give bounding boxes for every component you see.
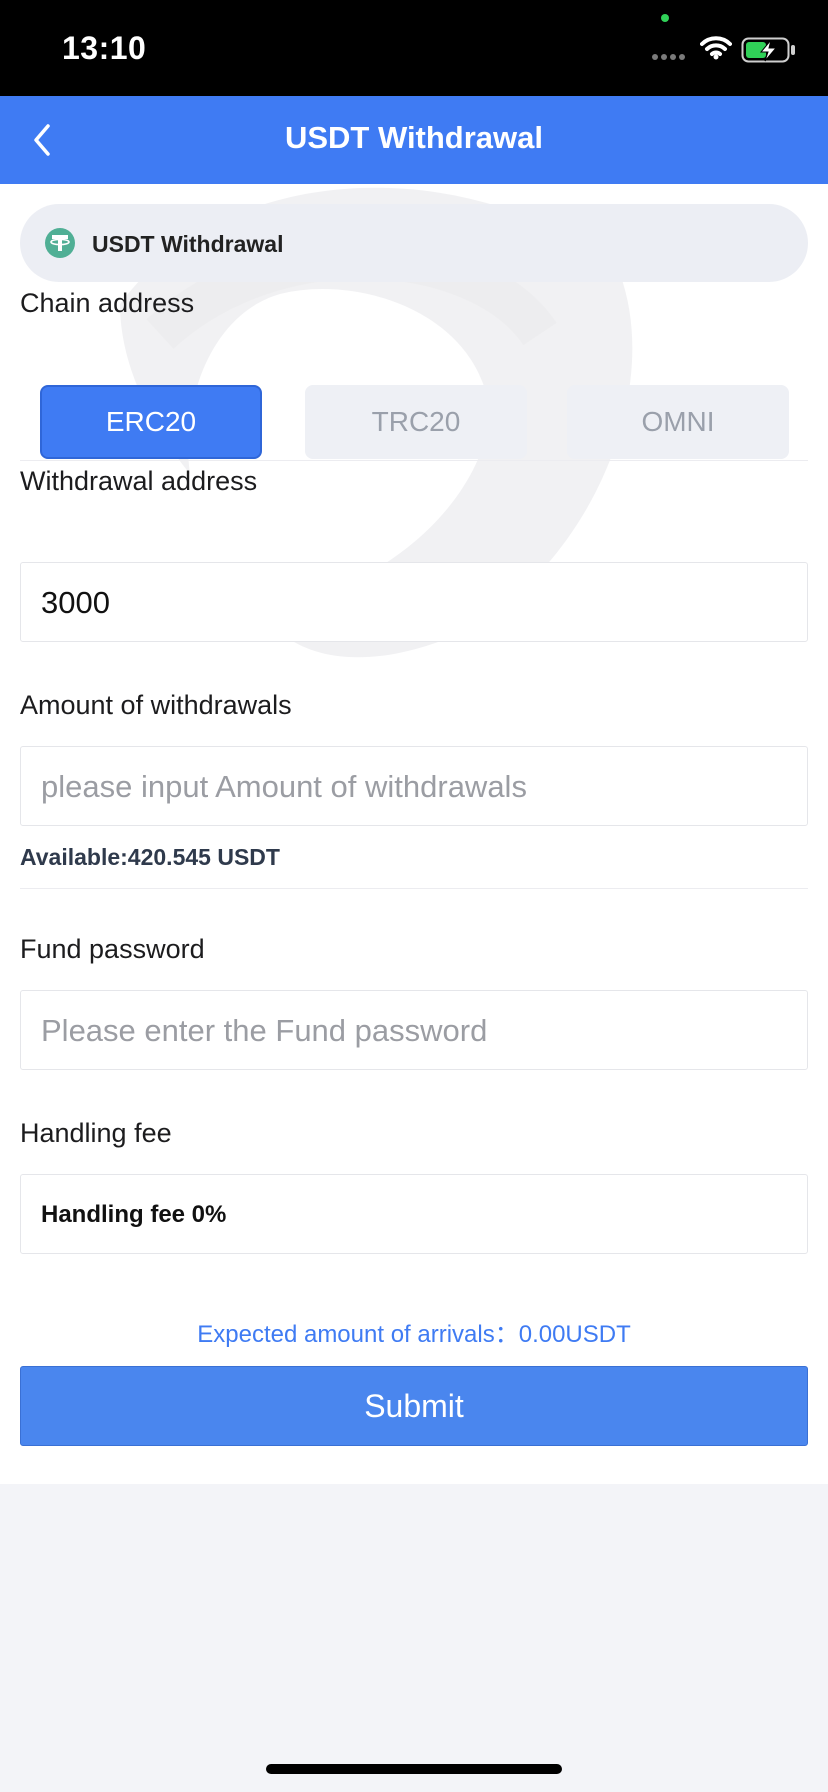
handling-fee-field: Handling fee 0% xyxy=(20,1174,808,1254)
page-title: USDT Withdrawal xyxy=(284,120,544,155)
tether-logo-icon xyxy=(45,228,75,258)
fund-password-placeholder: Please enter the Fund password xyxy=(41,1013,488,1048)
withdrawal-address-value: 3000 xyxy=(41,585,110,620)
wifi-icon xyxy=(700,36,732,60)
withdrawal-address-input[interactable]: 3000 xyxy=(20,562,808,642)
cellular-signal-icon xyxy=(652,54,685,60)
status-bar: 13:10 xyxy=(0,0,828,96)
battery-charging-icon xyxy=(741,37,795,63)
withdrawal-form: USDT Withdrawal Chain address ERC20 TRC2… xyxy=(0,184,828,1484)
amount-label: Amount of withdrawals xyxy=(20,690,292,720)
submit-button[interactable]: Submit xyxy=(20,1366,808,1446)
fund-password-label: Fund password xyxy=(20,934,205,964)
available-balance: Available:420.545 USDT xyxy=(20,844,280,870)
chain-address-label: Chain address xyxy=(20,288,195,318)
handling-fee-value: Handling fee 0% xyxy=(41,1201,227,1228)
home-indicator xyxy=(266,1764,562,1774)
expected-arrival-label: Expected amount of arrivals： xyxy=(197,1321,519,1348)
status-time: 13:10 xyxy=(62,30,147,66)
chain-option-erc20[interactable]: ERC20 xyxy=(40,385,262,459)
coin-header: USDT Withdrawal xyxy=(20,204,808,282)
privacy-indicator-dot xyxy=(661,14,669,22)
handling-fee-label: Handling fee xyxy=(20,1118,172,1148)
fund-password-input[interactable]: Please enter the Fund password xyxy=(20,990,808,1070)
nav-bar: USDT Withdrawal xyxy=(0,96,828,184)
expected-arrival-value: 0.00USDT xyxy=(518,1321,631,1348)
chain-option-trc20[interactable]: TRC20 xyxy=(305,385,527,459)
divider xyxy=(20,460,808,461)
coin-name: USDT Withdrawal xyxy=(92,231,284,257)
divider xyxy=(20,888,808,889)
amount-input[interactable]: please input Amount of withdrawals xyxy=(20,746,808,826)
amount-placeholder: please input Amount of withdrawals xyxy=(41,769,527,804)
chain-option-omni[interactable]: OMNI xyxy=(567,385,789,459)
expected-arrival: Expected amount of arrivals：0.00USDT xyxy=(0,1314,828,1349)
withdrawal-address-label: Withdrawal address xyxy=(20,466,258,496)
